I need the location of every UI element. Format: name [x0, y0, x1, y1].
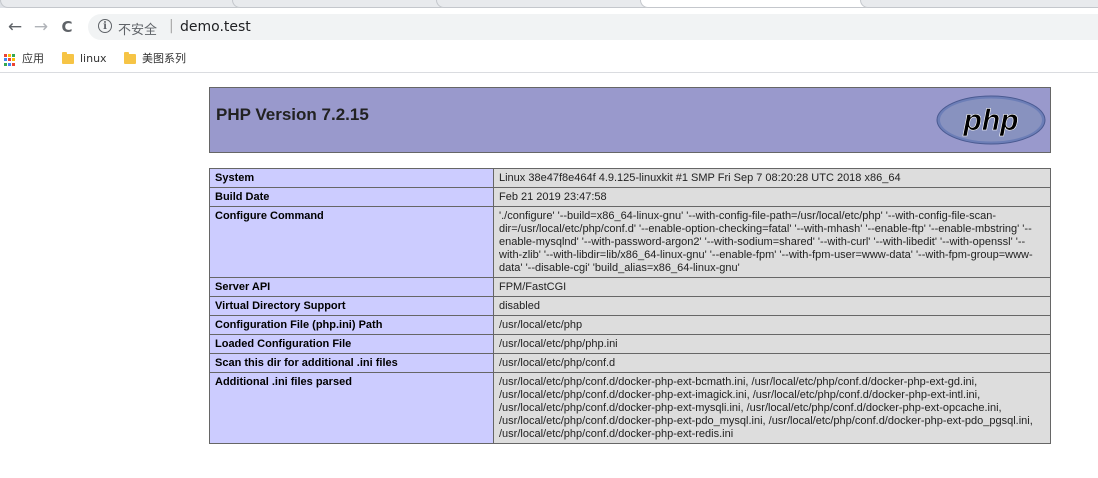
page-content: PHP Version 7.2.15 php System Linux 38e47… [0, 73, 1098, 478]
bookmark-label: 美图系列 [142, 52, 186, 65]
folder-icon [62, 52, 74, 64]
row-value: FPM/FastCGI [493, 277, 1051, 297]
table-row: Loaded Configuration File/usr/local/etc/… [209, 334, 1051, 354]
browser-toolbar: ← → C i 不安全 | demo.test [0, 8, 1098, 46]
bookmark-label: 应用 [22, 52, 44, 65]
row-key: System [209, 168, 494, 188]
table-row: Server API FPM/FastCGI [209, 277, 1051, 297]
row-key: Scan this dir for additional .ini files [209, 353, 494, 373]
bookmark-label: linux [80, 52, 107, 65]
row-value: /usr/local/etc/php/conf.d [493, 353, 1051, 373]
browser-tab[interactable] [0, 0, 244, 8]
browser-tab[interactable] [860, 0, 1098, 8]
table-row: Additional .ini files parsed/usr/local/e… [209, 372, 1051, 444]
row-key: Build Date [209, 187, 494, 207]
bookmark-apps[interactable]: 应用 [4, 50, 44, 68]
phpinfo-header: PHP Version 7.2.15 php [209, 87, 1051, 153]
table-row: Configure Command './configure' '--build=… [209, 206, 1051, 278]
folder-icon [124, 52, 136, 64]
tab-strip [0, 0, 1098, 8]
table-row: Build Date Feb 21 2019 23:47:58 [209, 187, 1051, 207]
php-logo-icon[interactable]: php [936, 95, 1046, 145]
row-key: Configure Command [209, 206, 494, 278]
info-icon[interactable]: i [98, 19, 112, 33]
browser-tab[interactable] [232, 0, 448, 8]
url-divider: | [169, 18, 174, 34]
bookmark-linux[interactable]: linux [62, 50, 107, 68]
security-status[interactable]: 不安全 [118, 19, 157, 38]
row-value: './configure' '--build=x86_64-linux-gnu'… [493, 206, 1051, 278]
bookmark-meitu[interactable]: 美图系列 [124, 50, 186, 68]
row-value: Linux 38e47f8e464f 4.9.125-linuxkit #1 S… [493, 168, 1051, 188]
browser-tab[interactable] [436, 0, 652, 8]
row-key: Virtual Directory Support [209, 296, 494, 316]
phpinfo-table: System Linux 38e47f8e464f 4.9.125-linuxki… [209, 168, 1051, 444]
row-key: Server API [209, 277, 494, 297]
row-value: /usr/local/etc/php/conf.d/docker-php-ext… [493, 372, 1051, 444]
table-row: System Linux 38e47f8e464f 4.9.125-linuxki… [209, 168, 1051, 188]
table-row: Configuration File (php.ini) Path/usr/lo… [209, 315, 1051, 335]
url-text[interactable]: demo.test [180, 19, 251, 35]
browser-tab-active[interactable] [640, 0, 872, 8]
row-value: disabled [493, 296, 1051, 316]
row-value: Feb 21 2019 23:47:58 [493, 187, 1051, 207]
back-button[interactable]: ← [4, 16, 26, 38]
bookmarks-bar: 应用 linux 美图系列 [0, 46, 1098, 73]
row-key: Loaded Configuration File [209, 334, 494, 354]
address-bar[interactable]: i 不安全 | demo.test [88, 14, 1098, 40]
page-title: PHP Version 7.2.15 [216, 105, 369, 124]
row-key: Additional .ini files parsed [209, 372, 494, 444]
table-row: Scan this dir for additional .ini files /… [209, 353, 1051, 373]
row-value: /usr/local/etc/php [493, 315, 1051, 335]
forward-button[interactable]: → [30, 16, 52, 38]
apps-icon [4, 54, 16, 66]
table-row: Virtual Directory Support disabled [209, 296, 1051, 316]
row-value: /usr/local/etc/php/php.ini [493, 334, 1051, 354]
row-key: Configuration File (php.ini) Path [209, 315, 494, 335]
svg-text:php: php [963, 104, 1019, 137]
reload-button[interactable]: C [56, 16, 78, 38]
